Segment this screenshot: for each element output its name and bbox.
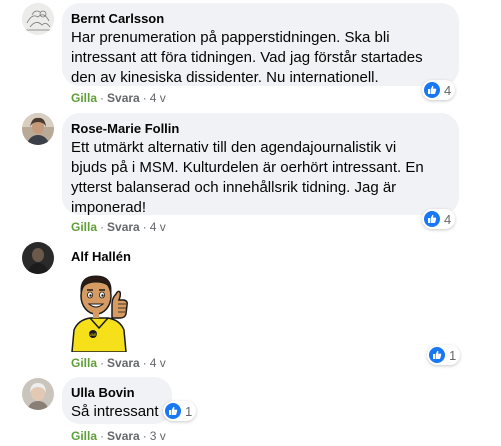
thumbs-up-icon: [429, 347, 445, 363]
like-button[interactable]: Gilla: [71, 356, 97, 370]
reply-button[interactable]: Svara: [107, 356, 140, 370]
svg-text:VAR: VAR: [90, 333, 97, 337]
comment-actions: Gilla · Svara · 4 v: [71, 355, 166, 371]
timestamp[interactable]: 4 v: [150, 91, 166, 105]
separator: ·: [142, 220, 147, 234]
timestamp[interactable]: 4 v: [150, 356, 166, 370]
like-button[interactable]: Gilla: [71, 91, 97, 105]
separator: ·: [142, 356, 147, 370]
reaction-count[interactable]: 4: [422, 209, 456, 229]
comment-line: den av kinesiska dissidenter. Nu interna…: [71, 69, 379, 86]
separator: ·: [100, 356, 105, 370]
thumbs-up-icon: [165, 403, 181, 419]
reaction-count[interactable]: 4: [422, 80, 456, 100]
comment-text: Har prenumeration på papperstidningen. S…: [71, 28, 449, 88]
reply-button[interactable]: Svara: [107, 91, 140, 105]
avatar[interactable]: [22, 378, 54, 410]
comment-line: Har prenumeration på papperstidningen. S…: [71, 29, 390, 46]
comment-bubble: Ulla Bovin Så intressant: [62, 377, 172, 424]
timestamp[interactable]: 4 v: [150, 220, 166, 234]
comment-line: bjuds på i MSM. Kulturdelen är oerhört i…: [71, 159, 424, 176]
separator: ·: [142, 429, 147, 443]
comment-author[interactable]: Alf Hallén: [71, 248, 131, 265]
reply-button[interactable]: Svara: [107, 220, 140, 234]
reaction-number: 1: [449, 347, 457, 363]
comment-actions: Gilla · Svara · 4 v: [71, 90, 166, 106]
reaction-count[interactable]: 1: [163, 401, 197, 421]
comment-line: intressant att föra tidningen. Vad jag f…: [71, 49, 423, 66]
comment-author[interactable]: Bernt Carlsson: [71, 10, 449, 27]
comment-line: imponerad!: [71, 199, 147, 216]
reaction-number: 1: [185, 403, 193, 419]
sticker-referee-thumbs-up: VAR: [66, 268, 132, 353]
thumbs-up-icon: [424, 82, 440, 98]
separator: ·: [100, 91, 105, 105]
comment-bubble: Bernt Carlsson Har prenumeration på papp…: [62, 3, 459, 86]
comment-line: Ett utmärkt alternativ till den agendajo…: [71, 139, 397, 156]
timestamp[interactable]: 3 v: [150, 429, 166, 443]
comment-author[interactable]: Rose-Marie Follin: [71, 120, 449, 137]
avatar[interactable]: [22, 3, 54, 35]
like-button[interactable]: Gilla: [71, 220, 97, 234]
avatar[interactable]: [22, 113, 54, 145]
comment-line: ytterst balanserad och innehållsrik tidn…: [71, 179, 397, 196]
reaction-number: 4: [444, 82, 452, 98]
separator: ·: [142, 91, 147, 105]
reaction-number: 4: [444, 211, 452, 227]
thumbs-up-icon: [424, 211, 440, 227]
comment-author[interactable]: Ulla Bovin: [71, 384, 162, 401]
separator: ·: [100, 220, 105, 234]
reaction-count[interactable]: 1: [427, 345, 461, 365]
comment-text: Så intressant: [71, 403, 159, 420]
separator: ·: [100, 429, 105, 443]
comment-actions: Gilla · Svara · 3 v: [71, 428, 166, 444]
comment-bubble: Rose-Marie Follin Ett utmärkt alternativ…: [62, 113, 459, 218]
comment-actions: Gilla · Svara · 4 v: [71, 219, 166, 235]
reply-button[interactable]: Svara: [107, 429, 140, 443]
avatar[interactable]: [22, 242, 54, 274]
comment-text: Ett utmärkt alternativ till den agendajo…: [71, 138, 449, 218]
like-button[interactable]: Gilla: [71, 429, 97, 443]
